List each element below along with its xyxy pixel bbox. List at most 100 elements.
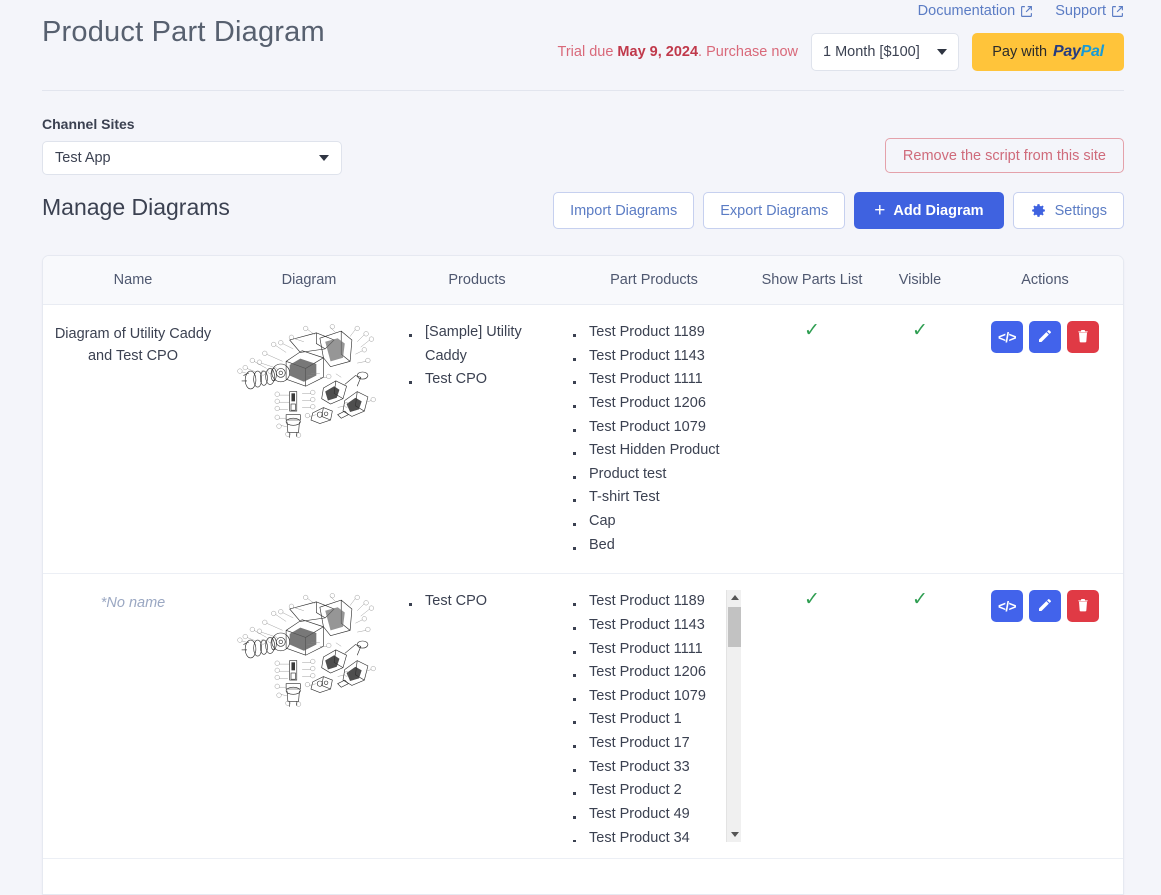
- cell-diagram-name: *No name: [43, 573, 223, 860]
- trash-icon: [1075, 597, 1091, 616]
- diagrams-table: Name Diagram Products Part Products Show…: [43, 256, 1123, 860]
- channel-sites-section: Channel Sites Test App: [42, 116, 342, 175]
- trial-prefix: Trial due: [557, 44, 618, 60]
- external-link-icon: [1020, 5, 1033, 18]
- column-header-show-parts-list: Show Parts List: [749, 256, 875, 305]
- add-diagram-label: Add Diagram: [893, 202, 984, 219]
- products-list: Test CPO: [403, 590, 551, 614]
- trial-date: May 9, 2024: [617, 44, 699, 60]
- trial-suffix: . Purchase now: [698, 44, 798, 60]
- cell-diagram-thumbnail[interactable]: [223, 304, 395, 575]
- part-product-item: Test Product 1111: [569, 638, 719, 662]
- part-product-item: Test Product 1206: [569, 661, 719, 685]
- channel-site-select[interactable]: Test App: [42, 141, 342, 175]
- part-product-item: Test Product 2: [569, 779, 719, 803]
- export-diagrams-button[interactable]: Export Diagrams: [703, 192, 846, 229]
- part-product-item: Cap: [569, 510, 741, 534]
- cell-diagram-thumbnail[interactable]: [223, 573, 395, 860]
- column-header-diagram: Diagram: [223, 256, 395, 305]
- scroll-down-arrow-icon[interactable]: [727, 827, 741, 842]
- edit-button[interactable]: [1029, 321, 1061, 353]
- settings-button[interactable]: Settings: [1012, 192, 1124, 229]
- part-product-item: Product test: [569, 463, 741, 487]
- column-header-part-products: Part Products: [559, 256, 749, 305]
- part-product-item: Test Product 34: [569, 827, 719, 843]
- trash-icon: [1075, 328, 1091, 347]
- check-icon: ✓: [912, 320, 928, 341]
- external-link-icon: [1111, 5, 1124, 18]
- part-product-item: Test Product 33: [569, 756, 719, 780]
- paypal-button-prefix: Pay with: [992, 44, 1048, 60]
- row-action-buttons: </>: [973, 590, 1117, 623]
- cell-show-parts-list: ✓: [749, 304, 875, 575]
- part-product-item: Test Product 1: [569, 708, 719, 732]
- delete-button[interactable]: [1067, 590, 1099, 623]
- diagram-toolbar: Import Diagrams Export Diagrams + Add Di…: [553, 192, 1124, 229]
- gear-icon: [1030, 202, 1047, 219]
- part-product-item: Test Product 1143: [569, 345, 741, 369]
- column-header-visible: Visible: [875, 256, 965, 305]
- cell-products: [Sample] Utility Caddy Test CPO: [395, 304, 559, 575]
- plus-icon: +: [874, 200, 886, 221]
- support-link-label: Support: [1055, 3, 1106, 19]
- paypal-logo-pal: Pal: [1080, 43, 1104, 60]
- remove-script-button[interactable]: Remove the script from this site: [884, 138, 1124, 173]
- add-diagram-button[interactable]: + Add Diagram: [854, 192, 1004, 229]
- cell-visible: ✓: [875, 304, 965, 575]
- part-product-item: Test Product 1143: [569, 614, 719, 638]
- header-divider: [42, 90, 1124, 91]
- check-icon: ✓: [804, 589, 820, 611]
- embed-code-button[interactable]: </>: [991, 321, 1023, 353]
- part-product-item: Bed: [569, 534, 741, 558]
- part-product-item: Test Product 1206: [569, 392, 741, 416]
- support-link[interactable]: Support: [1055, 3, 1124, 19]
- part-product-item: Test Product 17: [569, 732, 719, 756]
- documentation-link[interactable]: Documentation: [918, 3, 1034, 19]
- part-product-item: Test Product 1079: [569, 685, 719, 709]
- chevron-down-icon: [319, 155, 329, 161]
- product-item: Test CPO: [405, 368, 551, 392]
- edit-button[interactable]: [1029, 590, 1061, 623]
- chevron-down-icon: [937, 49, 947, 55]
- product-item: [Sample] Utility Caddy: [405, 321, 551, 368]
- diagrams-table-card: Name Diagram Products Part Products Show…: [42, 255, 1124, 895]
- products-list: [Sample] Utility Caddy Test CPO: [403, 321, 551, 392]
- cell-show-parts-list: ✓: [749, 573, 875, 860]
- table-row: Diagram of Utility Caddy and Test CPO [S…: [43, 304, 1123, 575]
- part-products-scrollbar[interactable]: [726, 590, 741, 843]
- plan-select[interactable]: 1 Month [$100]: [811, 33, 959, 71]
- scrollbar-thumb[interactable]: [728, 607, 741, 648]
- embed-code-button[interactable]: </>: [991, 590, 1023, 623]
- trial-notice: Trial due May 9, 2024. Purchase now: [558, 44, 798, 60]
- diagram-thumbnail-image[interactable]: [231, 590, 391, 708]
- pay-with-paypal-button[interactable]: Pay with PayPal: [972, 33, 1124, 71]
- part-product-item: Test Product 1111: [569, 368, 741, 392]
- top-bar: Product Part Diagram Documentation Suppo…: [0, 0, 1161, 92]
- column-header-name: Name: [43, 256, 223, 305]
- table-row: *No name Test CPO Test Product 1189 Test…: [43, 573, 1123, 860]
- delete-button[interactable]: [1067, 321, 1099, 353]
- part-product-item: Test Product 1189: [569, 321, 741, 345]
- diagram-thumbnail-image[interactable]: [231, 321, 391, 439]
- part-product-item: Test Product 1189: [569, 590, 719, 614]
- part-product-item: Test Product 49: [569, 803, 719, 827]
- column-header-products: Products: [395, 256, 559, 305]
- pencil-icon: [1037, 597, 1053, 616]
- part-product-item: T-shirt Test: [569, 486, 741, 510]
- part-products-list: Test Product 1189 Test Product 1143 Test P…: [567, 321, 741, 557]
- cell-diagram-name: Diagram of Utility Caddy and Test CPO: [43, 304, 223, 575]
- part-products-scroll-area[interactable]: Test Product 1189 Test Product 1143 Test P…: [567, 590, 741, 843]
- check-icon: ✓: [912, 589, 928, 611]
- row-action-buttons: </>: [973, 321, 1117, 353]
- table-header-row: Name Diagram Products Part Products Show…: [43, 256, 1123, 305]
- part-product-item: Test Product 1079: [569, 416, 741, 440]
- cell-part-products: Test Product 1189 Test Product 1143 Test P…: [559, 573, 749, 860]
- trial-bar: Trial due May 9, 2024. Purchase now 1 Mo…: [558, 33, 1124, 71]
- scroll-up-arrow-icon[interactable]: [727, 590, 741, 605]
- product-item: Test CPO: [405, 590, 551, 614]
- import-diagrams-button[interactable]: Import Diagrams: [553, 192, 695, 229]
- plan-select-value: 1 Month [$100]: [823, 44, 920, 60]
- cell-products: Test CPO: [395, 573, 559, 860]
- channel-site-value: Test App: [55, 150, 111, 166]
- manage-diagrams-title: Manage Diagrams: [42, 194, 230, 220]
